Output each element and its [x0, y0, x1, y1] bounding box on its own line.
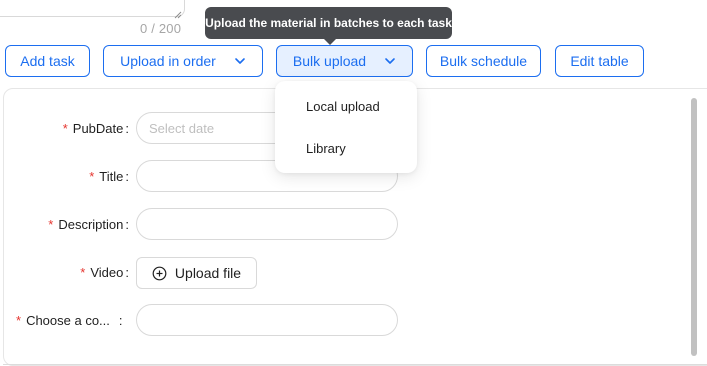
label-colon: : [125, 120, 129, 136]
video-label-text: Video [90, 264, 124, 280]
bulk-schedule-label: Bulk schedule [439, 53, 528, 69]
title-label: * Title : [89, 166, 129, 186]
label-colon: : [125, 168, 129, 184]
add-task-button[interactable]: Add task [5, 45, 90, 77]
edit-table-label: Edit table [570, 53, 629, 69]
char-counter: 0 / 200 [140, 21, 182, 36]
bulk-upload-label: Bulk upload [292, 53, 367, 69]
required-mark: * [80, 264, 86, 280]
bulk-schedule-button[interactable]: Bulk schedule [426, 45, 541, 77]
menu-item-local-upload[interactable]: Local upload [306, 99, 380, 114]
form-scrollbar[interactable] [691, 98, 697, 356]
upload-file-label: Upload file [174, 265, 242, 281]
chevron-down-icon [234, 55, 246, 67]
panel-divider [3, 364, 707, 365]
choose-label-text: Choose a co... [26, 312, 110, 328]
chevron-down-icon [384, 55, 396, 67]
upload-in-order-button[interactable]: Upload in order [103, 45, 263, 77]
description-input[interactable] [136, 208, 398, 240]
pubdate-placeholder: Select date [149, 120, 215, 136]
required-mark: * [62, 120, 68, 136]
edit-table-button[interactable]: Edit table [555, 45, 644, 77]
description-label: * Description : [48, 214, 129, 234]
plus-circle-icon [152, 266, 167, 281]
resize-handle-icon[interactable] [174, 6, 182, 19]
required-mark: * [16, 312, 22, 328]
required-mark: * [48, 216, 54, 232]
choose-input[interactable] [136, 304, 398, 336]
description-textarea[interactable] [0, 0, 185, 19]
pubdate-label-text: PubDate [72, 120, 124, 136]
label-colon: : [125, 216, 129, 232]
bulk-upload-tooltip: Upload the material in batches to each t… [205, 7, 452, 39]
add-task-label: Add task [20, 53, 75, 69]
choose-label: * Choose a co... : [16, 310, 123, 330]
pubdate-label: * PubDate : [63, 118, 129, 138]
video-label: * Video : [80, 262, 129, 282]
menu-item-library[interactable]: Library [306, 141, 346, 156]
description-label-text: Description [58, 216, 124, 232]
label-colon: : [118, 312, 123, 328]
upload-in-order-label: Upload in order [120, 53, 216, 69]
bulk-upload-menu: Local upload Library [275, 81, 417, 173]
required-mark: * [89, 168, 95, 184]
title-label-text: Title [99, 168, 124, 184]
upload-file-button[interactable]: Upload file [136, 257, 257, 289]
bulk-upload-button[interactable]: Bulk upload [276, 45, 413, 77]
label-colon: : [125, 264, 129, 280]
